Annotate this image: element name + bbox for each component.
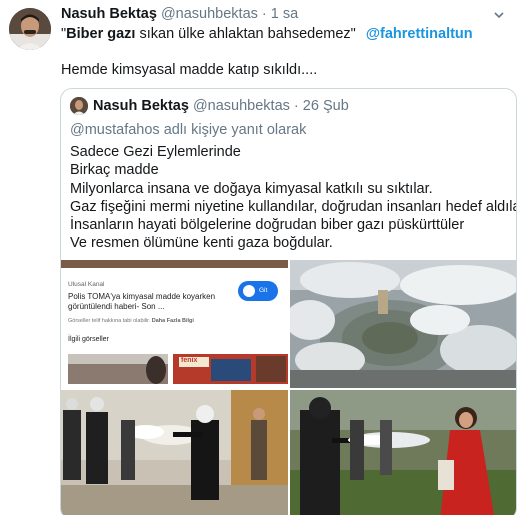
quoted-tweet[interactable]: Nasuh Bektaş @nasuhbektas · 26 Şub @must… bbox=[60, 88, 517, 515]
reply-context: @mustafahos adlı kişiye yanıt olarak bbox=[70, 122, 307, 138]
quoted-author-handle: @nasuhbektas bbox=[192, 98, 290, 114]
learn-more-link: Daha Fazla Bilgi bbox=[151, 318, 194, 324]
visit-button: Git bbox=[238, 281, 278, 301]
tweet-text-rest: sıkan ülke ahlaktan bahsedemez" bbox=[135, 26, 356, 42]
card-source: Ulusal Kanal bbox=[68, 281, 105, 288]
tweet-timestamp[interactable]: 1 sa bbox=[271, 6, 298, 22]
quoted-author-name: Nasuh Bektaş bbox=[93, 98, 189, 114]
photo-strip bbox=[61, 260, 288, 268]
author-handle[interactable]: @nasuhbektas bbox=[161, 6, 258, 22]
quoted-text-line: Sadece Gezi Eylemlerinde bbox=[70, 144, 241, 160]
quoted-timestamp: 26 Şub bbox=[302, 98, 349, 114]
quoted-text-line: Gaz fişeğini mermi niyetine kullandılar,… bbox=[70, 198, 517, 215]
quoted-text: Sadece Gezi Eylemlerinde Birkaç madde Mi… bbox=[70, 143, 517, 253]
separator-dot: · bbox=[293, 98, 299, 114]
quoted-text-line: İnsanların hayati bölgelerine doğrudan b… bbox=[70, 217, 465, 234]
quoted-header: Nasuh Bektaş @nasuhbektas · 26 Şub bbox=[93, 98, 349, 114]
quoted-text-line: Birkaç madde bbox=[70, 162, 159, 179]
media-grid: Ulusal Kanal Polis TOMA'ya kimyasal madd… bbox=[61, 260, 516, 515]
mention-link[interactable]: @fahrettinaltun bbox=[366, 26, 473, 42]
related-thumbnails: fenix bbox=[61, 354, 288, 388]
visit-button-label: Git bbox=[259, 287, 268, 294]
quoted-text-line: Milyonlarca insana ve doğaya kimyasal ka… bbox=[70, 180, 433, 197]
chevron-down-icon[interactable] bbox=[492, 8, 506, 22]
media-image-woman[interactable] bbox=[290, 390, 516, 515]
tweet-text: "Biber gazı sıkan ülke ahlaktan bahsedem… bbox=[61, 26, 473, 42]
media-image-aerial[interactable] bbox=[290, 260, 516, 388]
separator-dot: · bbox=[261, 6, 267, 22]
quoted-author-avatar bbox=[70, 97, 88, 115]
tweet-text-line2: Hemde kimsyasal madde katıp sıkıldı.... bbox=[61, 62, 318, 78]
tweet-header: Nasuh Bektaş @nasuhbektas · 1 sa bbox=[61, 6, 298, 22]
card-copyright: Görseller telif hakkına tabi olabilir. D… bbox=[68, 318, 194, 324]
thumbnail-label: fenix bbox=[181, 357, 198, 364]
media-image-police[interactable] bbox=[61, 390, 288, 515]
author-avatar[interactable] bbox=[9, 8, 51, 50]
quoted-text-line: Ve resmen ölümüne kenti gaza boğdular. bbox=[70, 235, 333, 252]
related-images-label: İlgili görseller bbox=[68, 336, 109, 343]
tweet[interactable]: Nasuh Bektaş @nasuhbektas · 1 sa "Biber … bbox=[0, 0, 518, 515]
copyright-text: Görseller telif hakkına tabi olabilir. bbox=[68, 318, 151, 324]
author-name[interactable]: Nasuh Bektaş bbox=[61, 6, 157, 22]
media-image-screenshot[interactable]: Ulusal Kanal Polis TOMA'ya kimyasal madd… bbox=[61, 260, 288, 388]
globe-icon bbox=[243, 285, 255, 297]
bold-phrase: Biber gazı bbox=[66, 26, 136, 42]
card-title: Polis TOMA'ya kimyasal madde koyarken gö… bbox=[68, 292, 216, 311]
